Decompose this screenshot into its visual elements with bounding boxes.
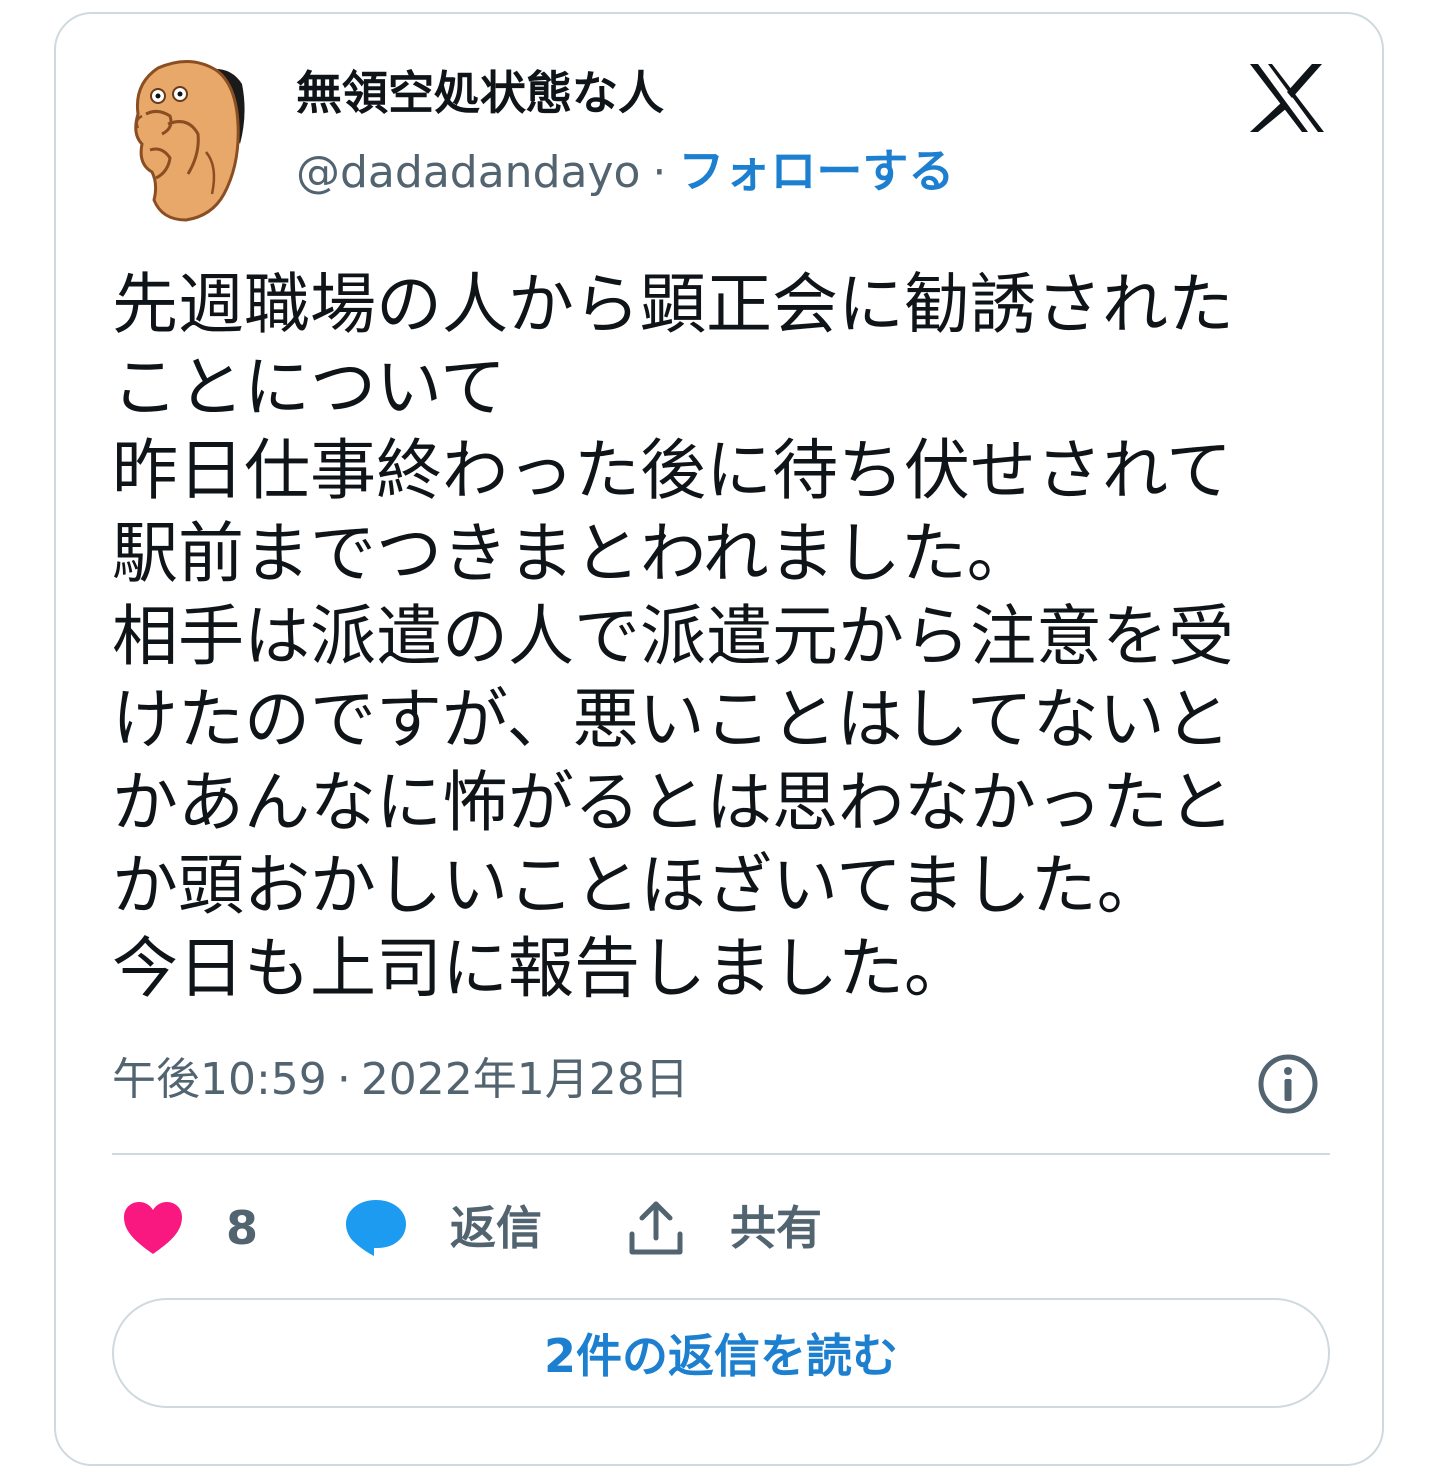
x-logo-icon[interactable]	[1248, 62, 1326, 134]
handle-separator: ·	[652, 147, 667, 198]
share-button[interactable]: 共有	[626, 1196, 822, 1260]
like-button[interactable]: 8	[122, 1196, 258, 1260]
avatar-image	[134, 60, 245, 222]
heart-icon	[124, 1202, 182, 1254]
tweet-timestamp[interactable]: 午後10:59 · 2022年1月28日	[112, 1058, 689, 1102]
display-name[interactable]: 無領空処状態な人	[296, 70, 664, 116]
share-label: 共有	[730, 1201, 822, 1255]
handle-row: @dadadandayo · フォローする	[296, 148, 954, 195]
info-icon[interactable]	[1256, 1052, 1320, 1116]
info-glyph	[1258, 1054, 1318, 1114]
tweet-line: けたのですが、悪いことはしてないと	[112, 681, 1231, 758]
tweet-time: 午後10:59	[112, 1054, 327, 1105]
tweet-text: 先週職場の人から顕正会に勧誘された ことについて 昨日仕事終わった後に待ち伏せさ…	[112, 263, 1342, 1010]
tweet-line: 昨日仕事終わった後に待ち伏せされて	[112, 432, 1233, 509]
tweet-line: かあんなに怖がるとは思わなかったと	[112, 764, 1234, 841]
user-handle[interactable]: @dadadandayo	[296, 151, 640, 195]
tweet-line: か頭おかしいことほざいてました。	[112, 847, 1163, 924]
share-upload-icon	[629, 1201, 683, 1255]
reply-button[interactable]: 返信	[344, 1196, 542, 1260]
divider	[112, 1153, 1330, 1155]
like-count: 8	[226, 1201, 259, 1255]
tweet-line: 先週職場の人から顕正会に勧誘された	[112, 266, 1234, 343]
tweet-line: 相手は派遣の人で派遣元から注意を受	[112, 598, 1234, 675]
speech-bubble-icon	[346, 1200, 406, 1256]
tweet-line: ことについて	[112, 349, 507, 426]
timestamp-separator: ·	[336, 1054, 351, 1105]
avatar[interactable]	[128, 54, 252, 224]
read-replies-button[interactable]: 2件の返信を読む	[112, 1298, 1330, 1408]
reply-label: 返信	[450, 1201, 542, 1255]
tweet-line: 駅前までつきまとわれました。	[112, 515, 1033, 592]
tweet-date: 2022年1月28日	[360, 1054, 689, 1105]
follow-button[interactable]: フォローする	[678, 148, 954, 194]
tweet-line: 今日も上司に報告しました。	[112, 930, 970, 1007]
x-logo-glyph	[1250, 64, 1324, 132]
